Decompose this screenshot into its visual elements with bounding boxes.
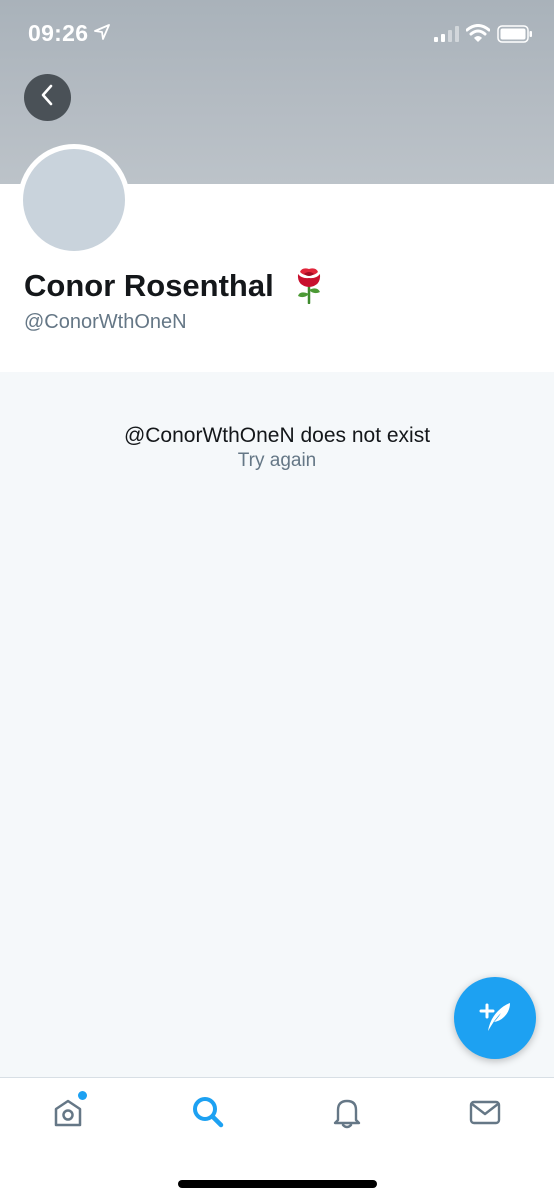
search-icon xyxy=(190,1094,226,1135)
status-bar: 09:26 xyxy=(0,0,554,70)
cellular-signal-icon xyxy=(434,26,460,47)
try-again-link[interactable]: Try again xyxy=(0,450,554,472)
profile-handle: @ConorWthOneN xyxy=(24,311,187,333)
battery-icon xyxy=(497,25,533,48)
home-indicator[interactable] xyxy=(178,1180,377,1188)
avatar[interactable] xyxy=(18,144,130,256)
tab-search[interactable] xyxy=(188,1094,228,1134)
status-time: 09:26 xyxy=(28,20,89,46)
tab-home[interactable] xyxy=(48,1094,88,1134)
compose-feather-icon xyxy=(474,995,516,1042)
home-notification-dot xyxy=(78,1091,87,1100)
bell-icon xyxy=(329,1094,365,1135)
rose-icon xyxy=(292,266,326,309)
mail-icon xyxy=(467,1094,503,1135)
tab-notifications[interactable] xyxy=(327,1094,367,1134)
tab-messages[interactable] xyxy=(465,1094,505,1134)
display-name: Conor Rosenthal xyxy=(24,268,274,303)
error-message: @ConorWthOneN does not exist xyxy=(123,424,431,447)
chevron-left-icon xyxy=(38,83,58,112)
location-arrow-icon xyxy=(94,24,110,45)
compose-tweet-button[interactable] xyxy=(454,977,536,1059)
back-button[interactable] xyxy=(24,74,71,121)
wifi-icon xyxy=(465,24,491,47)
